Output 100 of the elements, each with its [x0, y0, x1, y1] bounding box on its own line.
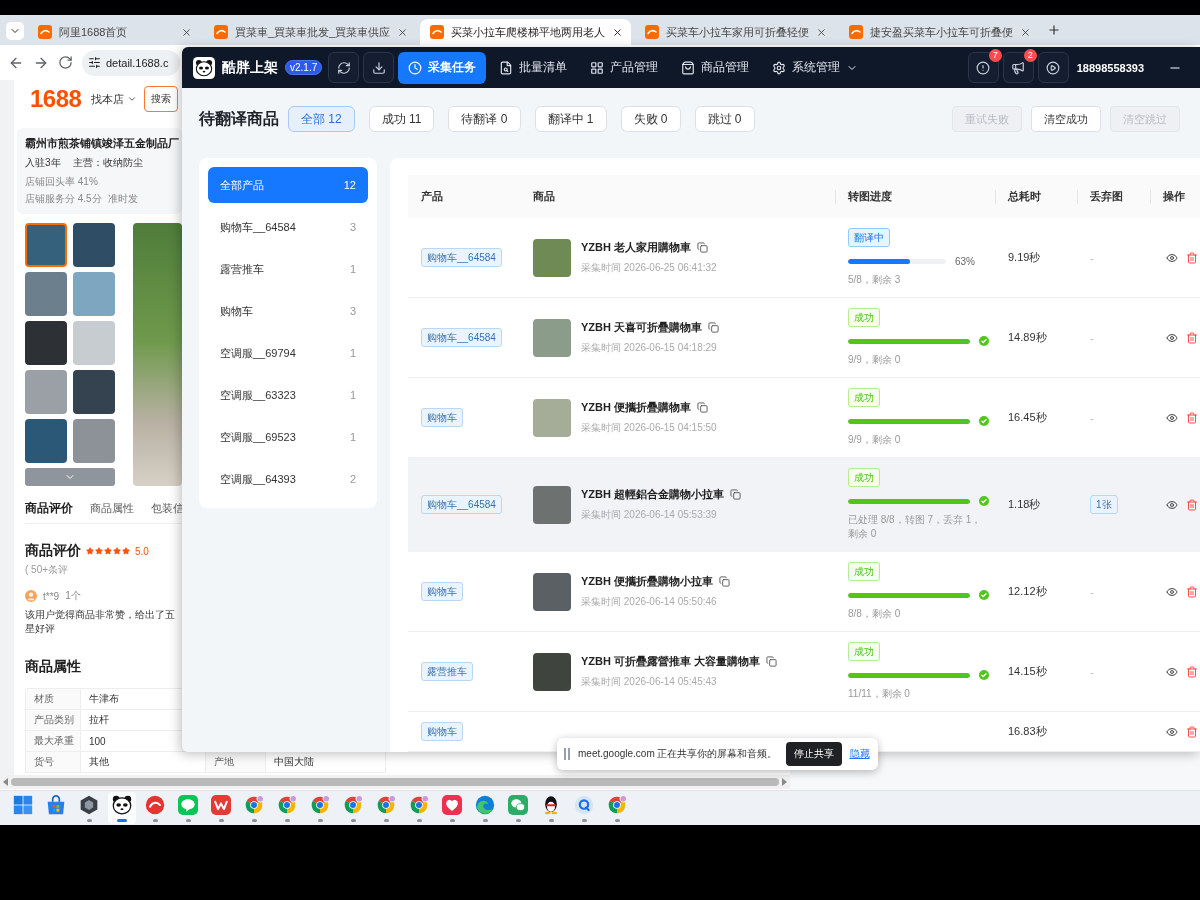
- progress-text: 5/8，剩余 3: [848, 273, 902, 287]
- play-button[interactable]: [1037, 52, 1069, 83]
- attribute-name: 产地: [206, 751, 266, 773]
- photo-placeholder[interactable]: [25, 223, 67, 267]
- browser-tab[interactable]: 阿里1688首页: [28, 19, 200, 45]
- detail-tab[interactable]: 商品评价: [25, 500, 73, 517]
- stop-sharing-button[interactable]: 停止共享: [785, 742, 842, 766]
- nav-item[interactable]: 采集任务: [398, 51, 487, 84]
- eye-icon[interactable]: [1166, 498, 1178, 511]
- status-tag: 成功: [848, 388, 880, 407]
- search-button[interactable]: 搜索: [144, 86, 179, 112]
- status-tag: 成功: [848, 562, 880, 581]
- account-number: 18898558393: [1076, 61, 1144, 74]
- eye-icon[interactable]: [1166, 725, 1178, 738]
- eye-icon[interactable]: [1166, 585, 1178, 598]
- empty-value: -: [1090, 331, 1094, 344]
- close-icon[interactable]: [181, 26, 192, 38]
- swoosh-circle-icon[interactable]: [145, 795, 165, 815]
- status-tag: 翻译中: [848, 228, 890, 247]
- browser-tab[interactable]: 買菜車_買菜車批发_買菜車供应: [204, 19, 417, 45]
- segmented-ring-icon[interactable]: [277, 795, 297, 815]
- ring-tail-icon[interactable]: [574, 795, 594, 815]
- filter-tab[interactable]: 失败 0: [620, 106, 681, 132]
- refresh-button[interactable]: [328, 52, 360, 83]
- duration-text: 1.18秒: [1008, 497, 1041, 512]
- filter-tab[interactable]: 翻译中 1: [534, 106, 607, 132]
- action-button[interactable]: 清空成功: [1031, 106, 1101, 132]
- tab-list-button[interactable]: [6, 22, 24, 40]
- segmented-ring-icon[interactable]: [376, 795, 396, 815]
- check-circle-icon: [979, 336, 989, 346]
- close-icon[interactable]: [816, 26, 828, 38]
- trash-icon[interactable]: [1186, 498, 1198, 511]
- eye-icon[interactable]: [1166, 331, 1178, 344]
- browser-tab[interactable]: 买菜车小拉车家用可折叠轻便: [635, 19, 836, 45]
- reviewer-name: t**9: [43, 590, 60, 602]
- close-icon[interactable]: [1020, 26, 1032, 38]
- shopping-bag-icon[interactable]: [46, 795, 66, 815]
- attribute-name: 产品类别: [26, 709, 81, 731]
- eye-icon[interactable]: [1166, 411, 1178, 424]
- close-icon[interactable]: [612, 26, 624, 38]
- hide-link[interactable]: 隐藏: [849, 747, 870, 761]
- segmented-ring-icon[interactable]: [244, 795, 264, 815]
- new-tab-icon[interactable]: [1047, 23, 1062, 37]
- filter-tab[interactable]: 全部 12: [288, 106, 355, 132]
- segmented-ring-icon[interactable]: [409, 795, 429, 815]
- filter-tab[interactable]: 成功 11: [368, 106, 435, 132]
- segmented-ring-icon[interactable]: [607, 795, 627, 815]
- copy-icon[interactable]: [697, 242, 708, 253]
- square-logo-icon: [38, 25, 52, 39]
- copy-icon[interactable]: [708, 322, 719, 333]
- segmented-ring-icon[interactable]: [343, 795, 363, 815]
- trash-icon[interactable]: [1186, 251, 1198, 264]
- eye-icon[interactable]: [1166, 665, 1178, 678]
- detail-tab[interactable]: 商品属性: [90, 501, 134, 516]
- hexagon-icon[interactable]: [79, 795, 99, 815]
- collected-time: 采集时间 2026-06-14 05:50:46: [581, 595, 718, 609]
- store-picker[interactable]: 找本店: [91, 91, 138, 107]
- trash-icon[interactable]: [1186, 665, 1198, 678]
- panda-icon[interactable]: [112, 795, 132, 815]
- filter-tab[interactable]: 跳过 0: [694, 106, 755, 132]
- trash-icon[interactable]: [1186, 411, 1198, 424]
- swirl-circle-icon[interactable]: [475, 795, 495, 815]
- taskbar-button[interactable]: [108, 792, 136, 824]
- product-tag: 购物车: [421, 408, 463, 427]
- trash-icon[interactable]: [1186, 585, 1198, 598]
- filter-tab[interactable]: 待翻译 0: [448, 106, 521, 132]
- store-stat: 准时发: [107, 192, 138, 206]
- product-title: YZBH 老人家用購物車: [581, 240, 691, 255]
- copy-icon[interactable]: [719, 576, 730, 587]
- rating-score: 5.0: [135, 545, 149, 557]
- reload-icon[interactable]: [58, 55, 73, 70]
- four-squares-icon[interactable]: [13, 795, 33, 815]
- nav-item[interactable]: 商品管理: [671, 51, 760, 84]
- segmented-ring-icon[interactable]: [310, 795, 330, 815]
- product-title: YZBH 便攜折疊購物小拉車: [581, 574, 713, 589]
- heart-tile-icon[interactable]: [442, 795, 462, 815]
- browser-tab[interactable]: 捷安盈买菜车小拉车可折叠便: [839, 19, 1040, 45]
- alert-icon: [976, 60, 991, 75]
- horizontal-scrollbar[interactable]: [0, 775, 790, 789]
- sliders-icon[interactable]: [88, 56, 101, 69]
- eye-icon[interactable]: [1166, 251, 1178, 264]
- speech-bubble-icon[interactable]: [178, 795, 198, 815]
- zigzag-tile-icon[interactable]: [211, 795, 231, 815]
- store-name: 霸州市煎茶铺镇竣泽五金制品厂: [25, 136, 180, 151]
- copy-icon[interactable]: [730, 489, 741, 500]
- app-name: 酷胖上架: [222, 58, 278, 77]
- nav-item[interactable]: 系统管理: [762, 51, 869, 84]
- close-icon[interactable]: [397, 26, 409, 38]
- download-button[interactable]: [363, 52, 395, 83]
- chat-bubbles-icon[interactable]: [508, 795, 528, 815]
- copy-icon[interactable]: [766, 656, 778, 667]
- product-tag: 购物车__64584: [421, 248, 502, 267]
- nav-item[interactable]: 批量清单: [489, 51, 578, 84]
- copy-icon[interactable]: [697, 402, 708, 413]
- category-item[interactable]: 全部产品 12: [208, 167, 368, 203]
- address-field[interactable]: detail.1688.c: [82, 49, 180, 76]
- browser-tab[interactable]: 买菜小拉车爬楼梯平地两用老人: [420, 19, 632, 45]
- trash-icon[interactable]: [1186, 331, 1198, 344]
- nav-item[interactable]: 产品管理: [580, 51, 669, 84]
- trash-icon[interactable]: [1186, 725, 1198, 738]
